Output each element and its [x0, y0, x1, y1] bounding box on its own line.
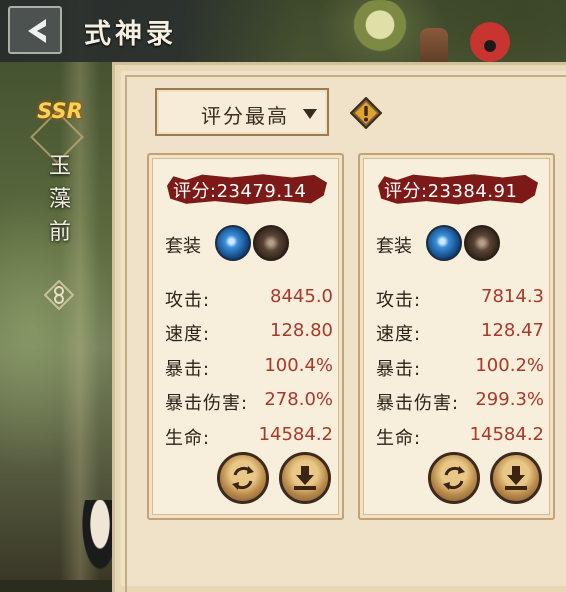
page-title: 式神录 [84, 19, 177, 50]
rotate-icon [232, 466, 254, 490]
equip-button[interactable] [279, 452, 331, 504]
stat-label: 攻击: [376, 290, 422, 311]
stat-value: 299.3% [475, 389, 544, 410]
rotate-button[interactable] [217, 452, 269, 504]
stat-value: 14584.2 [258, 424, 333, 445]
decor-orb [345, 0, 415, 55]
soul-set-card-1[interactable]: 评分:23479.14 套装 攻击: 8445.0 速度: 128.80 暴击:… [147, 153, 344, 520]
top-bar: 式神录 [0, 0, 300, 62]
set-row: 套装 [163, 225, 333, 263]
stat-row: 暴击伤害: 278.0% [163, 386, 333, 416]
stat-label: 暴击伤害: [376, 393, 460, 414]
score-text: 评分:23384.91 [384, 181, 518, 202]
stat-value: 128.80 [270, 320, 333, 341]
chevron-down-icon [303, 109, 317, 119]
score-banner: 评分:23384.91 [378, 173, 538, 205]
stat-value: 14584.2 [469, 424, 544, 445]
sort-dropdown[interactable]: 评分最高 [155, 88, 329, 136]
set-row: 套装 [374, 225, 544, 263]
score-banner: 评分:23479.14 [167, 173, 327, 205]
stat-label: 生命: [165, 428, 211, 449]
stat-label: 速度: [376, 324, 422, 345]
ornament-icon [44, 280, 74, 310]
stat-label: 暴击伤害: [165, 393, 249, 414]
sort-dropdown-label: 评分最高 [201, 104, 289, 128]
stat-row: 生命: 14584.2 [374, 421, 544, 451]
soul-set-card-2[interactable]: 评分:23384.91 套装 攻击: 7814.3 速度: 128.47 暴击:… [358, 153, 555, 520]
stat-value: 100.2% [475, 355, 544, 376]
stat-value: 7814.3 [481, 286, 544, 307]
back-button[interactable] [8, 6, 62, 54]
stat-row: 速度: 128.47 [374, 317, 544, 347]
stat-row: 暴击伤害: 299.3% [374, 386, 544, 416]
stat-label: 攻击: [165, 290, 211, 311]
rotate-icon [443, 466, 465, 490]
set-orb-icon[interactable] [426, 225, 462, 261]
stat-row: 攻击: 8445.0 [163, 283, 333, 313]
set-orb-icon[interactable] [253, 225, 289, 261]
score-text: 评分:23479.14 [173, 181, 307, 202]
stat-row: 暴击: 100.4% [163, 352, 333, 382]
stat-label: 生命: [376, 428, 422, 449]
stat-label: 速度: [165, 324, 211, 345]
rotate-button[interactable] [428, 452, 480, 504]
shikigami-name: 玉藻前 [48, 154, 71, 245]
stat-row: 攻击: 7814.3 [374, 283, 544, 313]
stat-value: 8445.0 [270, 286, 333, 307]
stat-label: 暴击: [376, 359, 422, 380]
back-arrow-icon [28, 19, 46, 43]
stat-value: 278.0% [264, 389, 333, 410]
stat-row: 速度: 128.80 [163, 317, 333, 347]
stat-value: 100.4% [264, 355, 333, 376]
set-label: 套装 [165, 236, 201, 257]
equip-download-icon [294, 466, 316, 490]
equip-button[interactable] [490, 452, 542, 504]
rarity-badge: SSR [37, 99, 83, 123]
set-label: 套装 [376, 236, 412, 257]
set-orb-icon[interactable] [215, 225, 251, 261]
stat-label: 暴击: [165, 359, 211, 380]
stat-value: 128.47 [481, 320, 544, 341]
decor-daruma [470, 22, 510, 62]
stat-row: 生命: 14584.2 [163, 421, 333, 451]
set-orb-icon[interactable] [464, 225, 500, 261]
equip-download-icon [505, 466, 527, 490]
exclamation-icon[interactable] [350, 97, 382, 129]
stat-row: 暴击: 100.2% [374, 352, 544, 382]
